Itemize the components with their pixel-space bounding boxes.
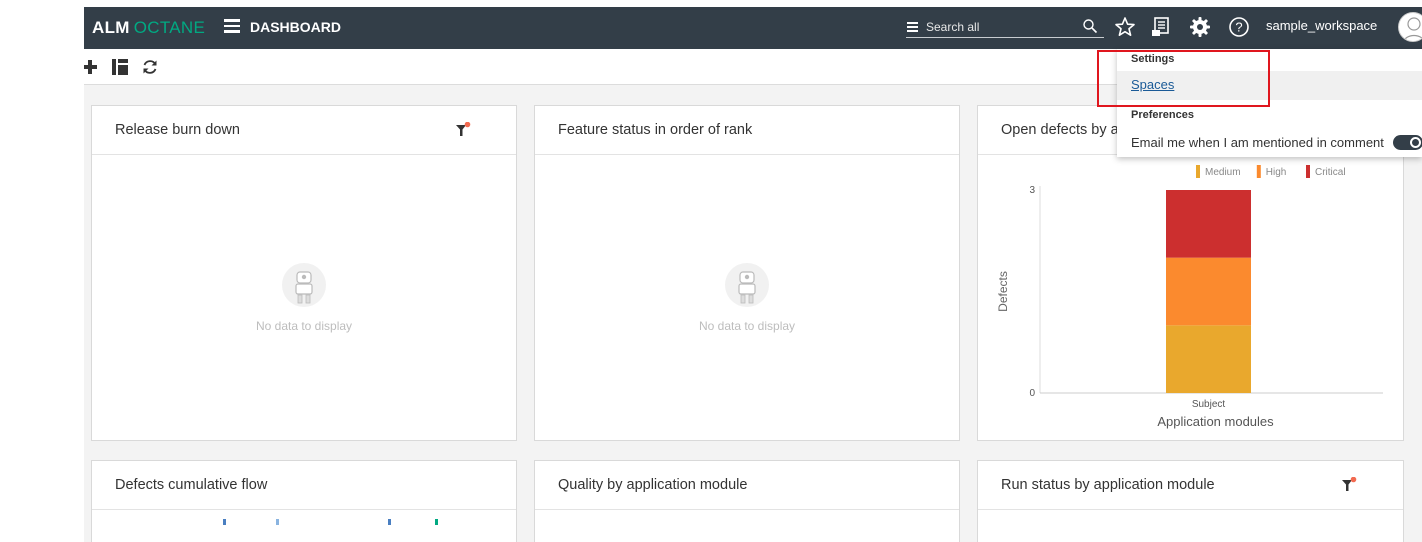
- widget-release-burn-down: Release burn down No data to display: [91, 105, 517, 441]
- brand-octane: OCTANE: [133, 18, 206, 37]
- star-icon[interactable]: [1113, 15, 1137, 39]
- cumulative-flow-chart-top: [223, 519, 438, 525]
- x-tick-label: Subject: [1192, 399, 1226, 410]
- empty-state-text: No data to display: [255, 319, 353, 333]
- legend-swatch-critical: [1306, 165, 1310, 178]
- legend-swatch-medium: [1196, 165, 1200, 178]
- search-icon[interactable]: [1082, 18, 1098, 34]
- page-title[interactable]: DASHBOARD: [250, 19, 341, 35]
- svg-text:?: ?: [1235, 20, 1242, 35]
- y-tick-label: 3: [1029, 185, 1035, 196]
- widget-title: Feature status in order of rank: [558, 122, 753, 138]
- robot-icon: [282, 263, 326, 307]
- email-pref-toggle[interactable]: [1393, 135, 1422, 150]
- avatar[interactable]: [1398, 12, 1422, 42]
- widget-feature-status: Feature status in order of rank No data …: [534, 105, 960, 441]
- bar-segment-medium: [1166, 325, 1251, 393]
- legend-label-medium: Medium: [1205, 167, 1241, 178]
- workspace-name[interactable]: sample_workspace: [1266, 18, 1377, 33]
- empty-state-text: No data to display: [698, 319, 796, 333]
- brand-alm: ALM: [92, 18, 130, 37]
- robot-icon: [725, 263, 769, 307]
- widget-title: Open defects by a: [1001, 122, 1119, 138]
- y-axis-label: Defects: [996, 271, 1010, 312]
- widget-run-status: Run status by application module: [977, 460, 1404, 542]
- widget-header: Release burn down: [92, 106, 516, 155]
- spaces-link[interactable]: Spaces: [1131, 77, 1174, 92]
- y-tick-label: 0: [1029, 388, 1035, 399]
- brand-logo[interactable]: ALM OCTANE: [92, 18, 205, 38]
- spaces-menu-item[interactable]: Spaces: [1117, 71, 1422, 100]
- legend-swatch-high: [1256, 165, 1261, 178]
- defects-chart: 0 3 Defects Subject Application modules Mediu…: [996, 165, 1383, 429]
- widget-quality-by-module: Quality by application module: [534, 460, 960, 542]
- widget-title: Quality by application module: [558, 477, 748, 493]
- hamburger-menu-icon[interactable]: [224, 19, 240, 33]
- email-pref-label: Email me when I am mentioned in comment: [1131, 135, 1384, 150]
- empty-state: No data to display: [92, 262, 516, 333]
- widget-header: Quality by application module: [535, 461, 959, 510]
- filter-icon[interactable]: [1341, 477, 1357, 493]
- widget-header: Defects cumulative flow: [92, 461, 516, 510]
- widget-title: Release burn down: [115, 122, 240, 138]
- search-input[interactable]: Search all: [906, 17, 1104, 38]
- refresh-icon[interactable]: [141, 58, 159, 76]
- notifications-icon[interactable]: [1149, 15, 1173, 39]
- bar-segment-critical: [1166, 190, 1251, 258]
- legend-label-critical: Critical: [1315, 167, 1346, 178]
- help-icon[interactable]: ?: [1227, 15, 1251, 39]
- search-menu-icon[interactable]: [907, 22, 918, 34]
- preferences-heading: Preferences: [1131, 109, 1194, 121]
- layout-icon[interactable]: [111, 58, 129, 76]
- bar-segment-high: [1166, 257, 1251, 326]
- app-window: ALM OCTANE DASHBOARD Search all ? sample…: [84, 7, 1422, 542]
- widget-title: Run status by application module: [1001, 477, 1215, 493]
- empty-state: No data to display: [535, 262, 959, 333]
- filter-icon[interactable]: [455, 122, 471, 138]
- widget-header: Run status by application module: [978, 461, 1403, 510]
- settings-dropdown: Settings Spaces Preferences Email me whe…: [1117, 49, 1422, 157]
- search-placeholder: Search all: [926, 20, 980, 34]
- widget-title: Defects cumulative flow: [115, 477, 268, 493]
- gear-icon[interactable]: [1188, 15, 1212, 39]
- x-axis-label: Application modules: [1157, 414, 1274, 429]
- widget-header: Feature status in order of rank: [535, 106, 959, 155]
- settings-heading: Settings: [1131, 53, 1175, 65]
- legend-label-high: High: [1266, 167, 1287, 178]
- add-widget-icon[interactable]: [84, 58, 99, 76]
- top-bar: ALM OCTANE DASHBOARD Search all ? sample…: [84, 7, 1422, 49]
- widget-defects-cumulative-flow: Defects cumulative flow: [91, 460, 517, 542]
